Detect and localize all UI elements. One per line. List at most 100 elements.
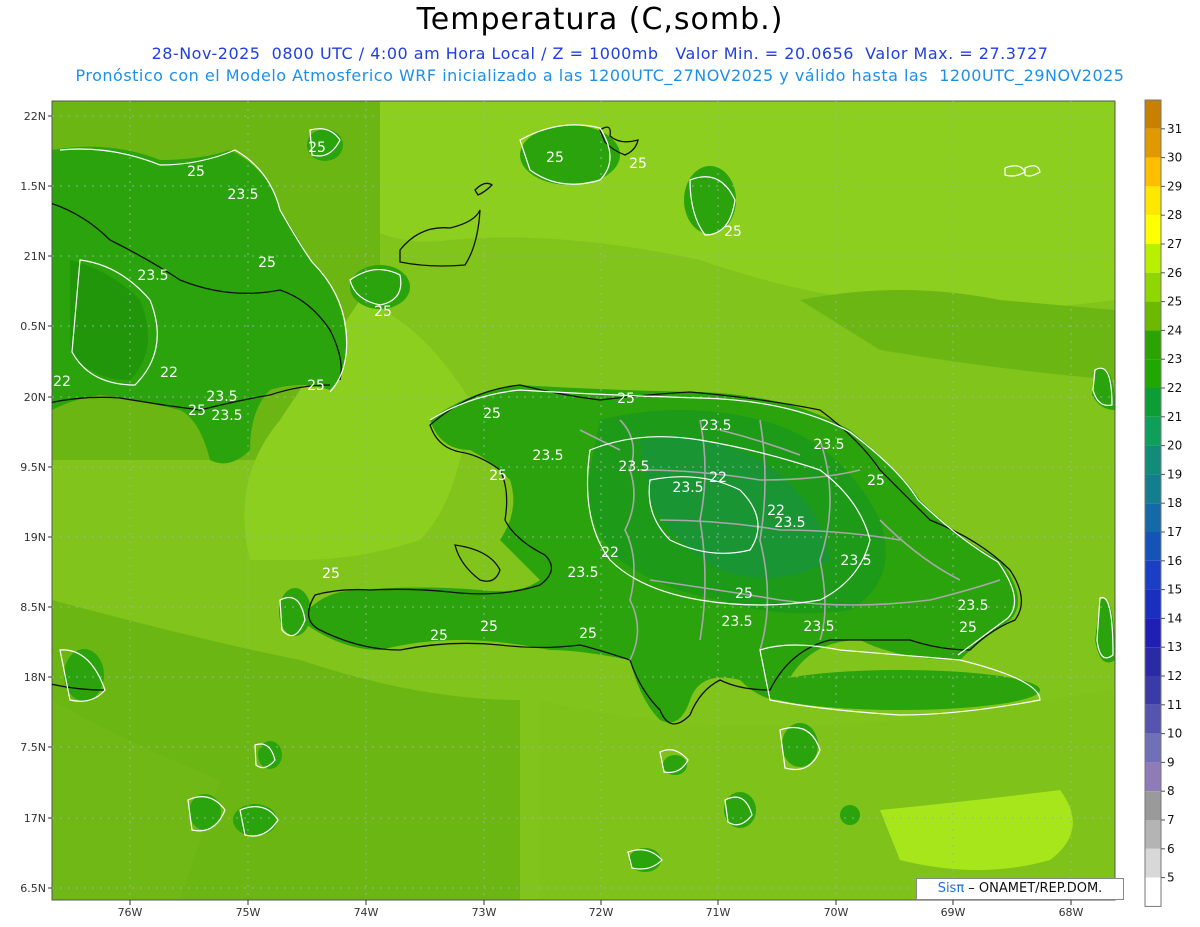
contour-label: 22 [160, 365, 178, 381]
contour-label: 25 [867, 473, 885, 489]
colorbar-label: 6 [1167, 842, 1175, 856]
contour-label: 25 [430, 628, 448, 644]
colorbar-label: 10 [1167, 727, 1182, 741]
colorbar-swatch [1145, 157, 1161, 187]
colorbar-label: 14 [1167, 611, 1182, 625]
contour-label: 25 [258, 255, 276, 271]
contour-label: 23.5 [803, 619, 834, 635]
lon-tick-label: 71W [706, 906, 731, 919]
contour-label: 25 [959, 620, 977, 636]
lat-tick-label: 19N [24, 531, 46, 544]
colorbar-swatch [1145, 359, 1161, 388]
lon-tick-label: 69W [941, 906, 966, 919]
colorbar-swatch [1145, 388, 1161, 417]
colorbar-label: 30 [1167, 151, 1182, 165]
colorbar-label: 25 [1167, 295, 1182, 309]
colorbar-label: 12 [1167, 669, 1182, 683]
colorbar-swatch [1145, 560, 1161, 590]
contour-label: 23.5 [137, 268, 168, 284]
colorbar-swatch [1145, 301, 1161, 331]
colorbar-label: 9 [1167, 755, 1175, 769]
colorbar-swatch [1145, 330, 1161, 360]
contour-label: 22 [767, 503, 785, 519]
contour-label: 23.5 [840, 553, 871, 569]
lat-tick-label: 6.5N [20, 882, 46, 895]
colorbar-swatch [1145, 704, 1161, 734]
contour-label: 25 [188, 403, 206, 419]
contour-label: 23.5 [721, 614, 752, 630]
lon-tick-label: 72W [589, 906, 614, 919]
colorbar-swatch [1145, 791, 1161, 820]
colorbar-label: 15 [1167, 583, 1182, 597]
colorbar-label: 20 [1167, 439, 1182, 453]
lon-tick-label: 68W [1059, 906, 1084, 919]
lat-tick-label: 8.5N [20, 601, 46, 614]
lon-tick-label: 76W [118, 906, 143, 919]
contour-label: 23.5 [700, 418, 731, 434]
contour-label: 25 [735, 586, 753, 602]
contour-label: 25 [480, 619, 498, 635]
colorbar-swatch [1145, 676, 1161, 705]
colorbar-swatch [1145, 762, 1161, 792]
colorbar-swatch [1145, 186, 1161, 216]
colorbar-swatch [1145, 474, 1161, 504]
lon-tick-label: 75W [236, 906, 261, 919]
lat-tick-label: 0.5N [20, 320, 46, 333]
contour-label: 22 [709, 470, 727, 486]
temperature-map: 2523.52523.52525222223.52523.52525 252525… [20, 99, 1182, 919]
colorbar-swatch [1145, 244, 1161, 273]
colorbar-label: 29 [1167, 179, 1182, 193]
shaded-field [52, 101, 1115, 900]
colorbar-label: 19 [1167, 467, 1182, 481]
contour-label: 22 [601, 545, 619, 561]
lat-tick-label: 20N [24, 391, 46, 404]
colorbar-swatch [1145, 128, 1161, 158]
colorbar-swatch [1145, 877, 1161, 907]
lat-tick-label: 9.5N [20, 461, 46, 474]
colorbar-label: 21 [1167, 410, 1182, 424]
contour-label: 25 [374, 304, 392, 320]
colorbar-label: 17 [1167, 525, 1182, 539]
colorbar-label: 8 [1167, 784, 1175, 798]
colorbar-swatch [1145, 100, 1161, 129]
colorbar-swatch [1145, 416, 1161, 446]
credit-box: Sisπ – ONAMET/REP.DOM. [916, 878, 1124, 900]
contour-label: 25 [617, 391, 635, 407]
contour-label: 23.5 [618, 459, 649, 475]
colorbar-label: 23 [1167, 352, 1182, 366]
latitude-labels: 22N 1.5N 21N 0.5N 20N 9.5N 19N 8.5N 18N 7.5N 17N 6.… [20, 110, 52, 895]
contour-label: 23.5 [211, 408, 242, 424]
colorbar-swatch [1145, 272, 1161, 302]
colorbar-label: 11 [1167, 698, 1182, 712]
colorbar-swatch [1145, 618, 1161, 648]
contour-label: 25 [187, 164, 205, 180]
contour-label: 25 [489, 468, 507, 484]
lat-tick-label: 1.5N [20, 180, 46, 193]
colorbar-label: 7 [1167, 813, 1175, 827]
colorbar-swatch [1145, 503, 1161, 532]
lon-tick-label: 70W [824, 906, 849, 919]
colorbar-swatch [1145, 445, 1161, 475]
colorbar-label: 26 [1167, 266, 1182, 280]
credit-org: – ONAMET/REP.DOM. [964, 881, 1103, 896]
colorbar-label: 16 [1167, 554, 1182, 568]
colorbar: 31 30 29 28 27 26 25 24 23 22 21 20 19 18 17 16 15 14 13 12… [1144, 99, 1182, 907]
colorbar-label: 13 [1167, 640, 1182, 654]
contour-label: 23.5 [957, 598, 988, 614]
contour-label: 23.5 [206, 389, 237, 405]
colorbar-label: 24 [1167, 323, 1182, 337]
contour-label: 25 [308, 140, 326, 156]
longitude-labels: 76W 75W 74W 73W 72W 71W 70W 69W 68W [118, 900, 1084, 919]
colorbar-label: 28 [1167, 208, 1182, 222]
colorbar-swatch [1145, 215, 1161, 244]
colorbar-swatch [1145, 647, 1161, 676]
contour-label: 22 [53, 374, 71, 390]
contour-label: 25 [724, 224, 742, 240]
contour-label: 23.5 [227, 187, 258, 203]
colorbar-swatch [1145, 733, 1161, 763]
colorbar-swatch [1145, 532, 1161, 561]
colorbar-label: 27 [1167, 237, 1182, 251]
contour-label: 25 [322, 566, 340, 582]
colorbar-label: 18 [1167, 496, 1182, 510]
colorbar-swatch [1145, 820, 1161, 849]
